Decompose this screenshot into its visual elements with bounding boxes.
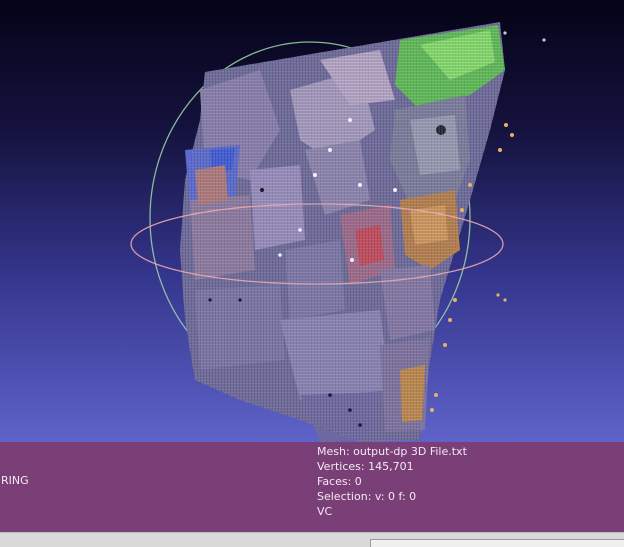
info-overlay — [0, 442, 624, 532]
mode-label: RING — [1, 474, 29, 487]
vertices-count: Vertices: 145,701 — [317, 460, 414, 473]
point-cloud — [180, 22, 546, 442]
mesh-name: Mesh: output-dp 3D File.txt — [317, 445, 467, 458]
selection-status: Selection: v: 0 f: 0 — [317, 490, 417, 503]
point-cloud-scene[interactable] — [0, 0, 624, 442]
faces-count: Faces: 0 — [317, 475, 362, 488]
color-mode: VC — [317, 505, 333, 518]
3d-viewport[interactable] — [0, 0, 624, 442]
